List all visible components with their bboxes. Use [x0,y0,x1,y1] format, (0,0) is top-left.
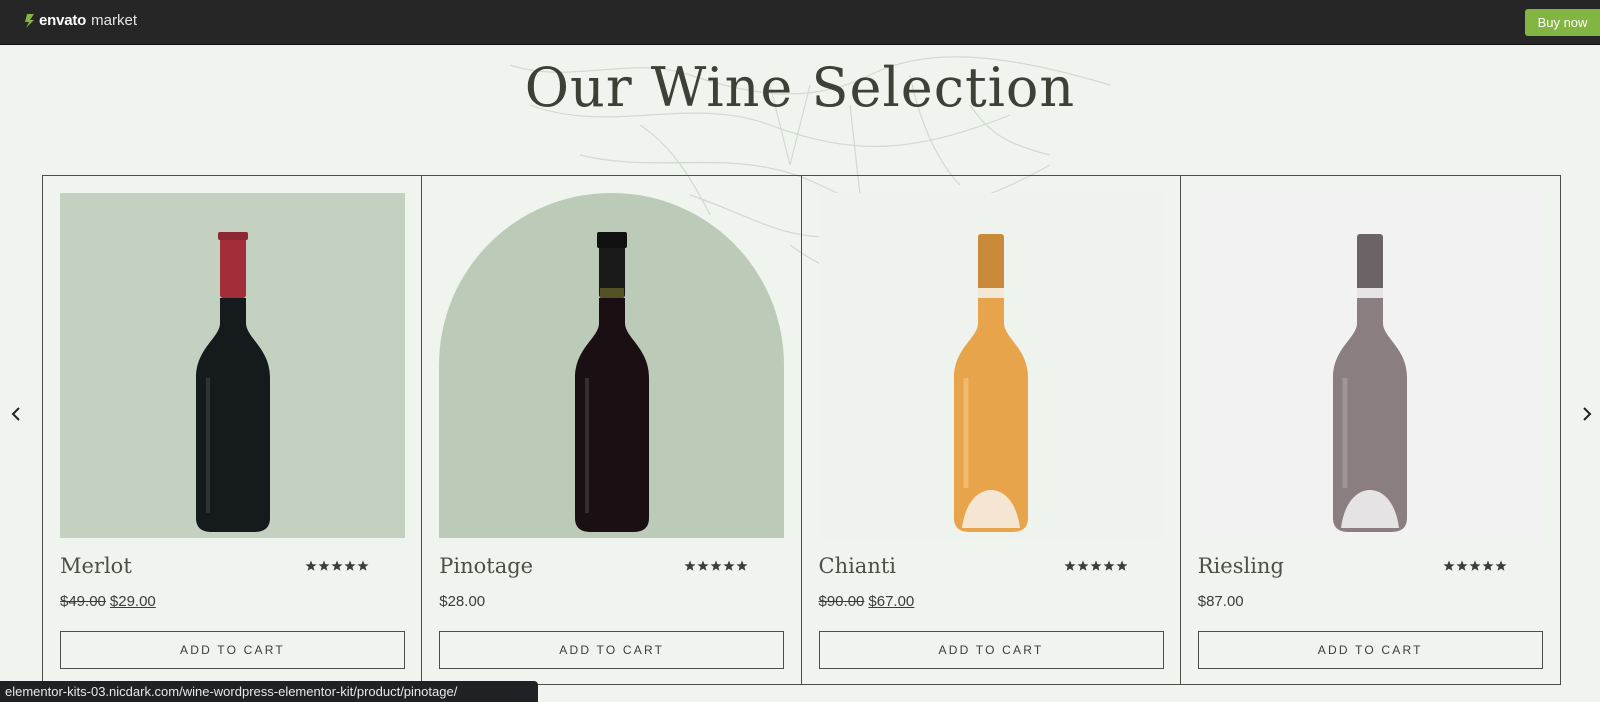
product-name[interactable]: Riesling [1198,554,1284,578]
product-card-riesling: Riesling $87.00 ADD TO CART [1181,176,1560,684]
product-price: $87.00 [1198,593,1244,610]
logo-market-text: market [91,12,137,29]
add-to-cart-button[interactable]: ADD TO CART [818,631,1164,669]
star-icon [710,560,722,571]
product-name[interactable]: Chianti [819,554,897,578]
regular-price: $28.00 [439,593,486,610]
star-icon [1456,560,1468,571]
product-name[interactable]: Merlot [60,554,132,578]
star-icon [684,560,696,571]
star-icon [344,560,356,571]
star-icon [1495,560,1507,571]
product-carousel: Merlot $49.00 $29.00 ADD TO CART Pinotage [42,175,1561,685]
rating-stars [1443,560,1507,572]
star-icon [305,560,317,571]
star-icon [1482,560,1494,571]
product-card-pinotage: Pinotage $28.00 ADD TO CART [422,176,802,684]
product-image-merlot[interactable] [60,193,405,538]
buy-now-button[interactable]: Buy now [1525,9,1600,36]
star-icon [736,560,748,571]
star-icon [318,560,330,571]
star-icon [1090,560,1101,571]
star-icon [1469,560,1481,571]
sale-price: $67.00 [868,593,915,610]
product-card-merlot: Merlot $49.00 $29.00 ADD TO CART [43,176,423,684]
wine-bottle-image [574,232,649,532]
old-price: $49.00 [60,593,106,610]
chevron-right-icon[interactable] [1577,405,1595,423]
envato-leaf-icon [25,13,34,28]
section-title: Our Wine Selection [524,56,1076,119]
add-to-cart-button[interactable]: ADD TO CART [60,631,405,669]
add-to-cart-button[interactable]: ADD TO CART [1197,631,1543,669]
star-icon [697,560,709,571]
star-icon [331,560,343,571]
product-price: $49.00 $29.00 [60,593,156,610]
star-icon [1077,560,1088,571]
star-icon [1443,560,1455,571]
product-price: $90.00 $67.00 [819,593,915,610]
star-icon [357,560,369,571]
rating-stars [1064,560,1128,572]
envato-topbar: envato market Buy now [0,0,1600,45]
rating-stars [305,560,369,572]
link-status-bar: elementor-kits-03.nicdark.com/wine-wordp… [0,681,538,702]
wine-bottle-image [954,234,1028,532]
star-icon [1064,560,1075,571]
product-image-riesling[interactable] [1197,193,1543,538]
add-to-cart-button[interactable]: ADD TO CART [439,631,785,669]
wine-bottle-image [195,232,270,532]
regular-price: $87.00 [1197,593,1244,610]
rating-stars [684,560,748,572]
product-image-pinotage[interactable] [439,193,785,538]
star-icon [1116,560,1127,571]
sale-price: $29.00 [109,593,156,610]
product-image-chianti[interactable] [818,193,1164,538]
envato-market-logo[interactable]: envato market [24,12,137,29]
star-icon [723,560,735,571]
logo-brand-text: envato [39,12,87,29]
product-name[interactable]: Pinotage [439,554,533,578]
star-icon [1103,560,1114,571]
product-card-chianti: Chianti $90.00 $67.00 ADD TO CART [802,176,1181,684]
chevron-left-icon[interactable] [8,405,26,423]
wine-bottle-image [1333,234,1408,532]
product-price: $28.00 [439,593,485,610]
old-price: $90.00 [818,593,865,610]
